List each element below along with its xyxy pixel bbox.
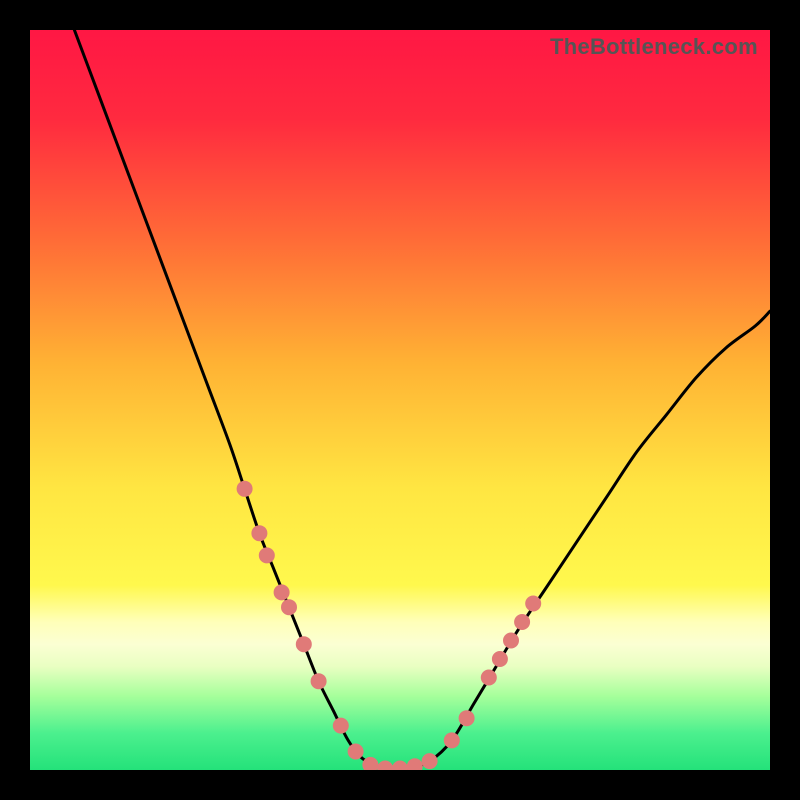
data-marker	[259, 547, 275, 563]
data-marker	[503, 633, 519, 649]
data-marker	[281, 599, 297, 615]
chart-svg	[30, 30, 770, 770]
data-marker	[377, 761, 393, 770]
data-marker	[459, 710, 475, 726]
plot-area: TheBottleneck.com	[30, 30, 770, 770]
data-marker	[525, 596, 541, 612]
data-marker	[392, 761, 408, 770]
data-marker	[481, 670, 497, 686]
data-marker	[274, 584, 290, 600]
data-markers	[237, 481, 542, 770]
data-marker	[333, 718, 349, 734]
data-marker	[492, 651, 508, 667]
data-marker	[296, 636, 312, 652]
data-marker	[348, 744, 364, 760]
data-marker	[251, 525, 267, 541]
data-marker	[237, 481, 253, 497]
data-marker	[311, 673, 327, 689]
data-marker	[422, 753, 438, 769]
chart-stage: TheBottleneck.com	[0, 0, 800, 800]
data-marker	[514, 614, 530, 630]
bottleneck-curve	[74, 30, 770, 770]
data-marker	[407, 758, 423, 770]
data-marker	[444, 732, 460, 748]
